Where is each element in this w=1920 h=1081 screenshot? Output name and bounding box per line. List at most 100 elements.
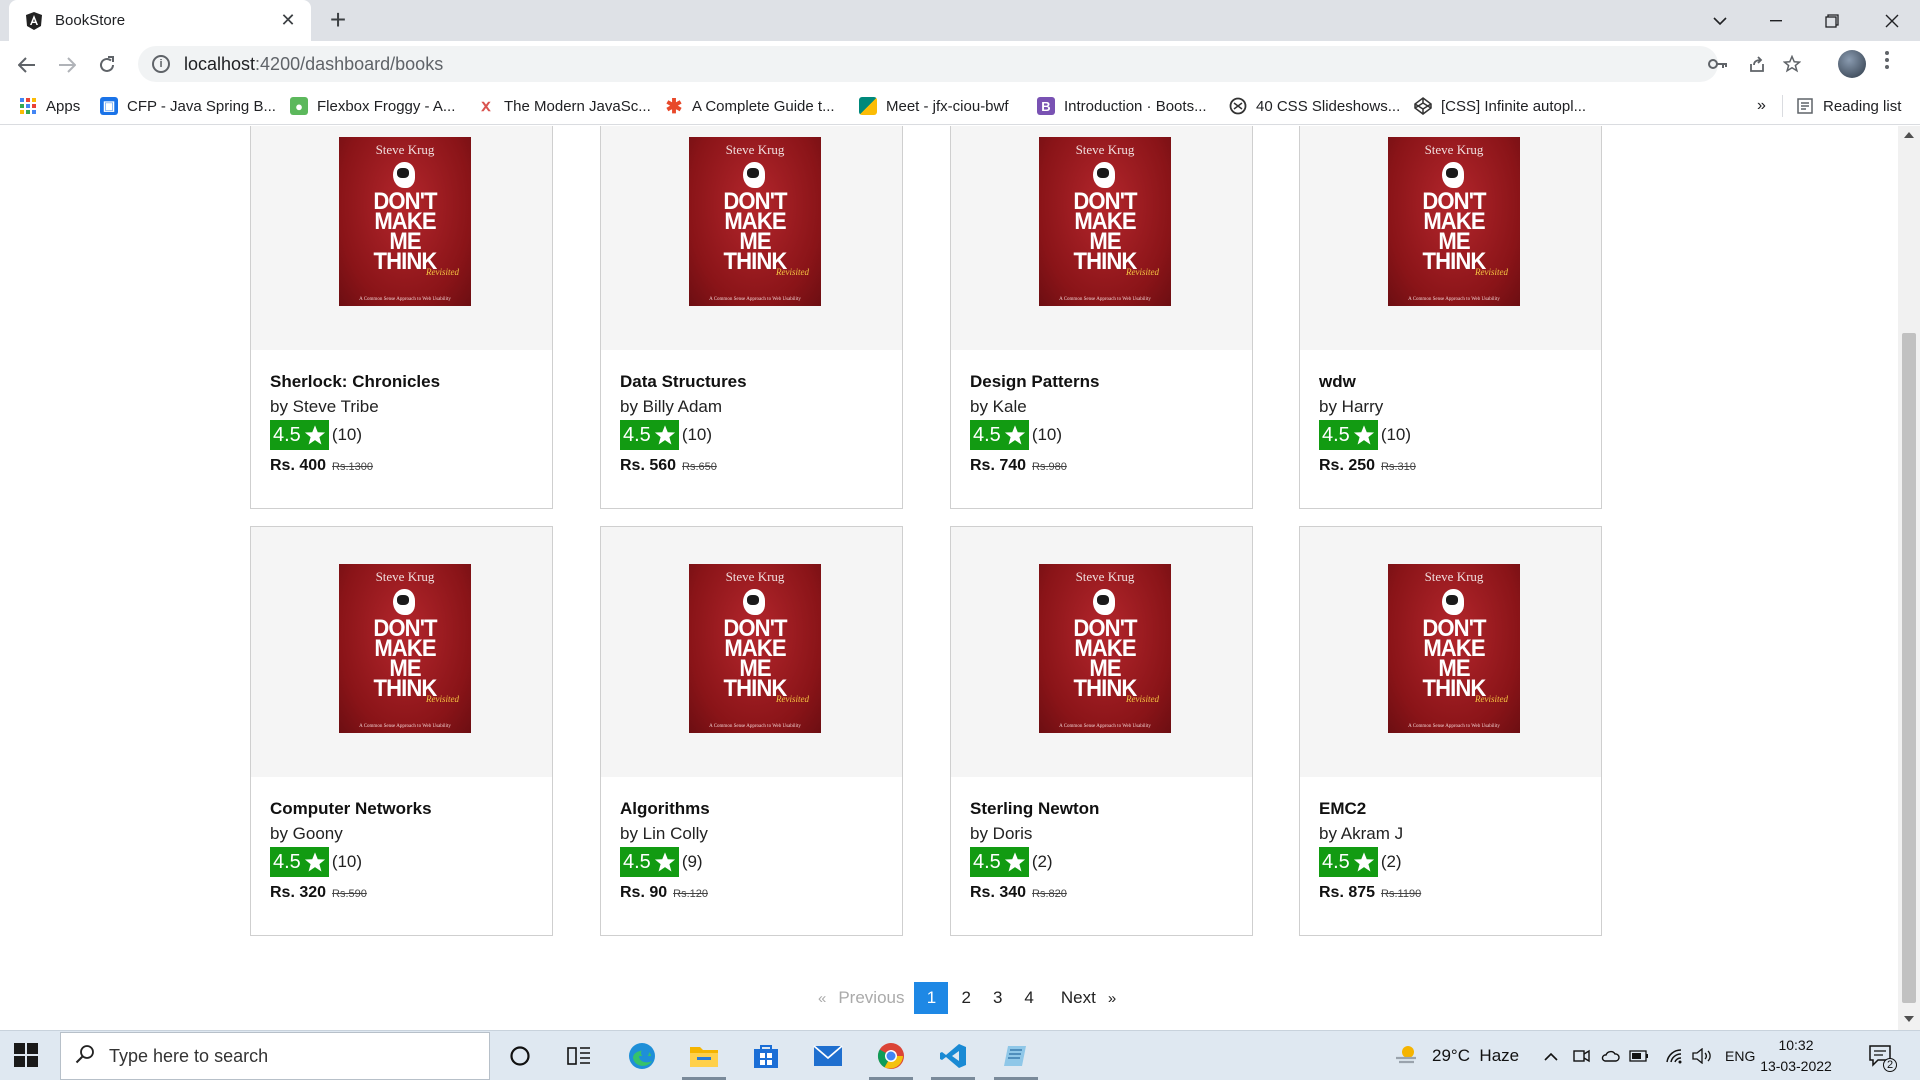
- book-cover-image[interactable]: Steve Krug DON'T MAKE ME THINK Revisited A Com…: [1388, 137, 1520, 306]
- windows-start-icon[interactable]: [14, 1043, 38, 1067]
- bookmarks-overflow-button[interactable]: »: [1757, 94, 1766, 118]
- pagination-page-4[interactable]: 4: [1015, 982, 1042, 1014]
- bookmark-google-meet[interactable]: Meet - jfx-ciou-bwf: [859, 94, 1009, 118]
- book-rating: 4.5 (2): [970, 847, 1053, 877]
- reload-icon[interactable]: [91, 49, 123, 81]
- forward-arrow-icon[interactable]: [51, 49, 83, 81]
- book-image-area[interactable]: Steve Krug DON'T MAKE ME THINK Revisited A Com…: [601, 126, 902, 350]
- file-explorer-icon[interactable]: [684, 1039, 724, 1073]
- restore-button[interactable]: [1804, 0, 1860, 41]
- edge-browser-icon[interactable]: [622, 1039, 662, 1073]
- book-title[interactable]: Algorithms: [620, 799, 710, 819]
- back-arrow-icon[interactable]: [11, 49, 43, 81]
- taskbar-search-box[interactable]: Type here to search: [60, 1032, 490, 1080]
- bookmark-apps[interactable]: Apps: [19, 94, 80, 118]
- site-info-icon[interactable]: i: [152, 55, 170, 73]
- book-image-area[interactable]: Steve Krug DON'T MAKE ME THINK Revisited A Com…: [251, 527, 552, 777]
- book-title[interactable]: EMC2: [1319, 799, 1366, 819]
- book-image-area[interactable]: Steve Krug DON'T MAKE ME THINK Revisited A Com…: [951, 527, 1252, 777]
- scrollbar-thumb[interactable]: [1902, 333, 1916, 1003]
- chrome-icon[interactable]: [871, 1039, 911, 1073]
- reading-list-button[interactable]: Reading list: [1796, 94, 1901, 118]
- book-cover-image[interactable]: Steve Krug DON'T MAKE ME THINK Revisited A Com…: [1039, 564, 1171, 733]
- pagination-page-2[interactable]: 2: [952, 982, 979, 1014]
- cortana-icon[interactable]: [500, 1039, 540, 1073]
- book-card[interactable]: Steve Krug DON'T MAKE ME THINK Revisited A Com…: [950, 126, 1253, 509]
- close-window-button[interactable]: [1864, 0, 1920, 41]
- pagination-next-arrow[interactable]: »: [1104, 982, 1120, 1014]
- profile-avatar[interactable]: [1838, 50, 1866, 78]
- task-view-icon[interactable]: [559, 1039, 599, 1073]
- price-original: Rs.310: [1381, 461, 1416, 473]
- book-cover-image[interactable]: Steve Krug DON'T MAKE ME THINK Revisited A Com…: [689, 564, 821, 733]
- browser-menu-icon[interactable]: [1885, 51, 1889, 75]
- scroll-down-arrow-icon[interactable]: [1904, 1016, 1914, 1022]
- book-cover-image[interactable]: Steve Krug DON'T MAKE ME THINK Revisited A Com…: [1039, 137, 1171, 306]
- book-title[interactable]: Computer Networks: [270, 799, 432, 819]
- book-image-area[interactable]: Steve Krug DON'T MAKE ME THINK Revisited A Com…: [601, 527, 902, 777]
- tab-close-icon[interactable]: ✕: [277, 10, 299, 31]
- pagination-page-3[interactable]: 3: [984, 982, 1011, 1014]
- bookmark-modern-javascript[interactable]: ⅹ The Modern JavaSc...: [477, 94, 650, 118]
- meet-now-icon[interactable]: [1573, 1031, 1591, 1081]
- password-key-icon[interactable]: [1708, 46, 1728, 82]
- battery-icon[interactable]: [1629, 1031, 1649, 1081]
- book-title[interactable]: Sterling Newton: [970, 799, 1099, 819]
- bookmark-complete-guide[interactable]: ✱ A Complete Guide t...: [665, 94, 835, 118]
- book-title[interactable]: wdw: [1319, 372, 1356, 392]
- bookmark-star-icon[interactable]: [1783, 46, 1801, 82]
- vscode-icon[interactable]: [933, 1039, 973, 1073]
- scroll-up-arrow-icon[interactable]: [1904, 132, 1914, 138]
- bootstrap-icon: B: [1037, 97, 1055, 115]
- book-card[interactable]: Steve Krug DON'T MAKE ME THINK Revisited A Com…: [950, 526, 1253, 936]
- book-rating: 4.5 (10): [270, 420, 362, 450]
- url-text[interactable]: localhost:4200/dashboard/books: [184, 54, 443, 75]
- cover-subtitle: A Common Sense Approach to Web Usability: [1059, 724, 1151, 729]
- wifi-icon[interactable]: [1665, 1031, 1685, 1081]
- book-card[interactable]: Steve Krug DON'T MAKE ME THINK Revisited A Com…: [250, 526, 553, 936]
- notepad-app-icon[interactable]: [996, 1039, 1036, 1073]
- book-title[interactable]: Design Patterns: [970, 372, 1099, 392]
- bookmark-flexbox-froggy[interactable]: ● Flexbox Froggy - A...: [290, 94, 455, 118]
- weather-widget[interactable]: 29°C Haze: [1394, 1031, 1519, 1081]
- system-clock[interactable]: 10:32 13-03-2022: [1756, 1035, 1836, 1077]
- volume-icon[interactable]: [1692, 1031, 1714, 1081]
- notifications-icon[interactable]: 2: [1868, 1031, 1897, 1081]
- book-image-area[interactable]: Steve Krug DON'T MAKE ME THINK Revisited A Com…: [251, 126, 552, 350]
- book-title[interactable]: Sherlock: Chronicles: [270, 372, 440, 392]
- address-bar[interactable]: i localhost:4200/dashboard/books: [138, 46, 1801, 82]
- onedrive-cloud-icon[interactable]: [1600, 1031, 1620, 1081]
- minimize-button[interactable]: [1748, 0, 1804, 41]
- book-cover-image[interactable]: Steve Krug DON'T MAKE ME THINK Revisited A Com…: [1388, 564, 1520, 733]
- share-icon[interactable]: [1748, 46, 1766, 82]
- book-cover-image[interactable]: Steve Krug DON'T MAKE ME THINK Revisited A Com…: [339, 564, 471, 733]
- new-tab-button[interactable]: +: [323, 6, 353, 36]
- pagination-next[interactable]: Next: [1047, 982, 1100, 1014]
- book-cover-image[interactable]: Steve Krug DON'T MAKE ME THINK Revisited A Com…: [689, 137, 821, 306]
- tab-search-chevron-icon[interactable]: [1692, 0, 1748, 41]
- book-image-area[interactable]: Steve Krug DON'T MAKE ME THINK Revisited A Com…: [951, 126, 1252, 350]
- microsoft-store-icon[interactable]: [746, 1039, 786, 1073]
- pagination-previous[interactable]: Previous: [834, 982, 910, 1014]
- book-card[interactable]: Steve Krug DON'T MAKE ME THINK Revisited A Com…: [1299, 126, 1602, 509]
- bookmark-css-slideshows[interactable]: 40 CSS Slideshows...: [1229, 94, 1400, 118]
- language-indicator[interactable]: ENG: [1725, 1031, 1755, 1081]
- tray-overflow-chevron-icon[interactable]: [1544, 1031, 1558, 1081]
- book-card[interactable]: Steve Krug DON'T MAKE ME THINK Revisited A Com…: [600, 526, 903, 936]
- book-card[interactable]: Steve Krug DON'T MAKE ME THINK Revisited A Com…: [250, 126, 553, 509]
- book-card[interactable]: Steve Krug DON'T MAKE ME THINK Revisited A Com…: [600, 126, 903, 509]
- book-title[interactable]: Data Structures: [620, 372, 747, 392]
- page-scrollbar[interactable]: [1898, 126, 1920, 1030]
- bookmark-infinite-autoplay[interactable]: [CSS] Infinite autopl...: [1414, 94, 1586, 118]
- pagination-page-1[interactable]: 1: [914, 982, 949, 1014]
- book-author: by Doris: [970, 824, 1033, 843]
- bookmark-bootstrap[interactable]: B Introduction · Boots...: [1037, 94, 1207, 118]
- book-cover-image[interactable]: Steve Krug DON'T MAKE ME THINK Revisited A Com…: [339, 137, 471, 306]
- bookmark-cfp[interactable]: ▣ CFP - Java Spring B...: [100, 94, 276, 118]
- browser-tab[interactable]: BookStore ✕: [9, 0, 311, 41]
- book-image-area[interactable]: Steve Krug DON'T MAKE ME THINK Revisited A Com…: [1300, 126, 1601, 350]
- book-image-area[interactable]: Steve Krug DON'T MAKE ME THINK Revisited A Com…: [1300, 527, 1601, 777]
- mail-icon[interactable]: [808, 1039, 848, 1073]
- cover-title: DON'T MAKE ME THINK: [373, 615, 437, 702]
- book-card[interactable]: Steve Krug DON'T MAKE ME THINK Revisited A Com…: [1299, 526, 1602, 936]
